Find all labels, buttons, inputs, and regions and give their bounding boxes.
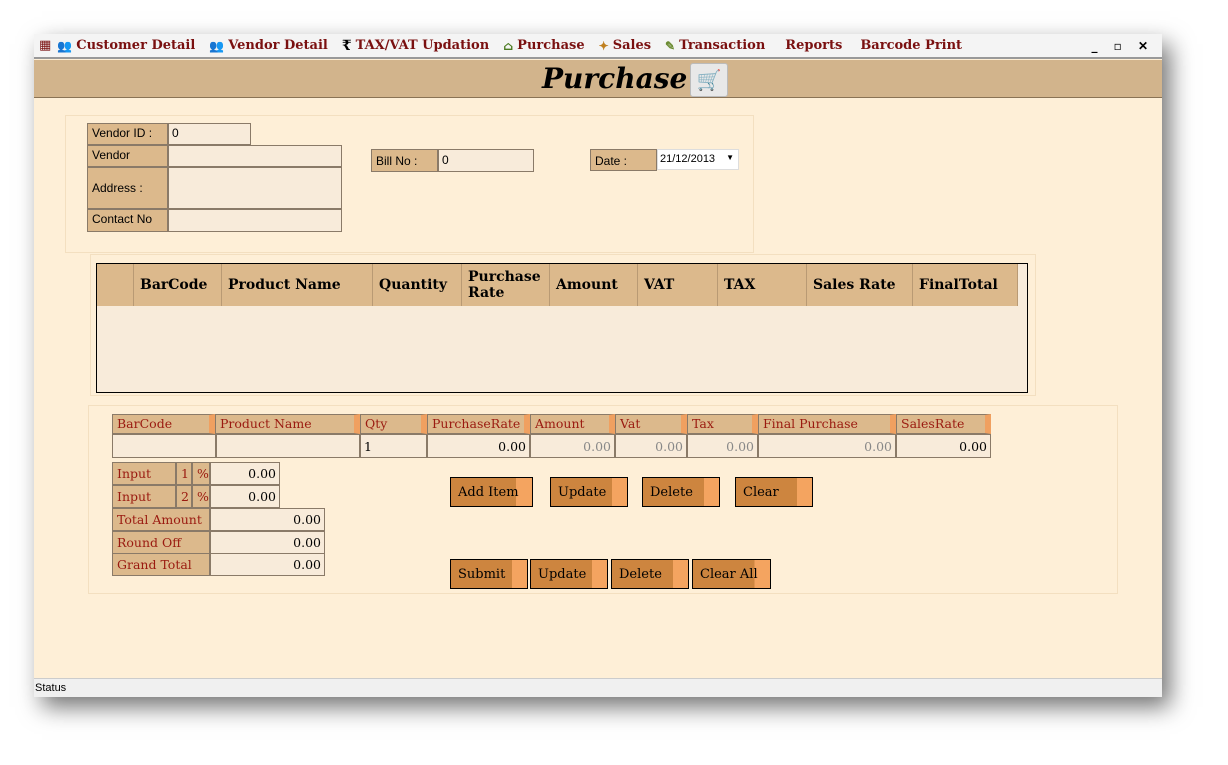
chevron-down-icon: ▼	[726, 153, 734, 162]
total-amount-value: 0.00	[210, 508, 325, 531]
input2-value[interactable]: 0.00	[210, 485, 280, 508]
header-band: Purchase 🛒	[34, 60, 1162, 98]
add-item-button[interactable]: Add Item	[450, 477, 533, 507]
menu-barcode-print[interactable]: Barcode Print	[860, 38, 962, 53]
menu-label: Reports	[785, 38, 843, 53]
entry-header-final-purchase-rate: Final Purchase Rate	[758, 414, 896, 446]
entry-header-qty: Qty	[360, 414, 427, 434]
sales-icon: ✦	[598, 38, 609, 53]
clear-all-button[interactable]: Clear All	[692, 559, 771, 589]
bill-no-input[interactable]: 0	[438, 149, 534, 172]
grid-col-sales-rate[interactable]: Sales Rate	[807, 264, 913, 306]
entry-header-amount: Amount	[530, 414, 615, 434]
purchase-rate-input[interactable]: 0.00	[427, 434, 530, 458]
grand-total-label: Grand Total	[112, 553, 210, 576]
grid-col-final-total[interactable]: FinalTotal	[913, 264, 1018, 306]
input1-value[interactable]: 0.00	[210, 462, 280, 485]
input1-percent: %	[192, 462, 210, 485]
grand-total-value: 0.00	[210, 553, 325, 576]
product-name-input[interactable]	[216, 434, 360, 458]
delete-item-button[interactable]: Delete	[642, 477, 720, 507]
barcode-input[interactable]	[112, 434, 216, 458]
grid-col-tax[interactable]: TAX	[718, 264, 807, 306]
final-purchase-rate-input[interactable]: 0.00	[758, 434, 896, 458]
clear-item-button[interactable]: Clear	[735, 477, 813, 507]
grid-col-quantity[interactable]: Quantity	[373, 264, 462, 306]
total-amount-label: Total Amount	[112, 508, 210, 531]
users-icon: 👥	[209, 38, 225, 53]
grid-col-product-name[interactable]: Product Name	[222, 264, 373, 306]
grid-col-vat[interactable]: VAT	[638, 264, 718, 306]
address-input[interactable]	[168, 167, 342, 209]
input2-label: Input	[112, 485, 176, 508]
tax-input[interactable]: 0.00	[687, 434, 758, 458]
grid-col-barcode[interactable]: BarCode	[134, 264, 222, 306]
status-bar: Status	[34, 678, 1162, 697]
date-picker[interactable]: 21/12/2013 ▼	[657, 149, 739, 170]
bill-no-label: Bill No :	[371, 149, 438, 172]
round-off-value[interactable]: 0.00	[210, 531, 325, 554]
entry-header-product-name: Product Name	[215, 414, 360, 434]
purchase-window: ▦ 👥 Customer Detail 👥 Vendor Detail ₹ TAX/V…	[34, 34, 1162, 697]
delete-button[interactable]: Delete	[611, 559, 689, 589]
menu-label: Barcode Print	[860, 38, 963, 53]
sales-rate-input[interactable]: 0.00	[896, 434, 991, 458]
menu-label: Transaction	[679, 38, 766, 53]
entry-header-vat: Vat	[615, 414, 687, 434]
menu-label: Customer Detail	[76, 38, 196, 53]
entry-header-tax: Tax	[687, 414, 758, 434]
vendor-id-input[interactable]: 0	[168, 123, 251, 145]
basket-icon: ⌂	[503, 38, 514, 53]
menu-label: Purchase	[517, 38, 585, 53]
status-text: Status	[35, 682, 67, 694]
menu-label: Vendor Detail	[228, 38, 328, 53]
menu-sales[interactable]: ✦ Sales	[599, 38, 651, 53]
round-off-label: Round Off	[112, 531, 210, 554]
date-label: Date :	[590, 149, 657, 171]
input1-number: 1	[176, 462, 192, 485]
update-item-button[interactable]: Update	[550, 477, 628, 507]
cart-icon: 🛒	[690, 63, 728, 97]
entry-header-purchase-rate: PurchaseRate	[427, 414, 530, 434]
vendor-input[interactable]	[168, 145, 342, 167]
menu-transaction[interactable]: ✎ Transaction	[665, 38, 765, 53]
input2-percent: %	[192, 485, 210, 508]
vendor-id-label: Vendor ID :	[87, 123, 168, 145]
grid-col-amount[interactable]: Amount	[550, 264, 638, 306]
window-controls[interactable]: _ ▫ ✕	[1091, 39, 1154, 53]
amount-input[interactable]: 0.00	[530, 434, 615, 458]
menu-purchase[interactable]: ⌂ Purchase	[503, 38, 584, 53]
grid-col-purchase-rate[interactable]: Purchase Rate	[462, 264, 550, 306]
vendor-label: Vendor	[87, 145, 168, 167]
address-label: Address :	[87, 167, 168, 209]
qty-input[interactable]: 1	[360, 434, 427, 458]
contact-input[interactable]	[168, 209, 342, 232]
transaction-icon: ✎	[665, 38, 676, 53]
app-icon: ▦	[39, 38, 52, 53]
date-value: 21/12/2013	[660, 153, 716, 165]
page-title: Purchase	[542, 62, 688, 95]
menu-reports[interactable]: Reports	[785, 38, 842, 53]
menu-vendor-detail[interactable]: 👥 Vendor Detail	[209, 38, 328, 53]
menu-bar: ▦ 👥 Customer Detail 👥 Vendor Detail ₹ TAX/V…	[34, 34, 1162, 59]
vat-input[interactable]: 0.00	[615, 434, 687, 458]
menu-label: TAX/VAT Updation	[355, 38, 490, 53]
items-grid[interactable]: BarCode Product Name Quantity Purchase R…	[96, 263, 1028, 393]
menu-label: Sales	[612, 38, 652, 53]
menu-customer-detail[interactable]: 👥 Customer Detail	[57, 38, 195, 53]
rupee-icon: ₹	[341, 37, 352, 54]
input2-number: 2	[176, 485, 192, 508]
update-button[interactable]: Update	[530, 559, 608, 589]
entry-header-sales-rate: SalesRate	[896, 414, 991, 434]
input1-label: Input	[112, 462, 176, 485]
contact-label: Contact No	[87, 209, 168, 232]
row-header-column	[97, 264, 134, 306]
menu-tax-vat[interactable]: ₹ TAX/VAT Updation	[342, 38, 489, 54]
submit-button[interactable]: Submit	[450, 559, 528, 589]
entry-header-barcode: BarCode	[112, 414, 215, 434]
users-icon: 👥	[57, 38, 73, 53]
